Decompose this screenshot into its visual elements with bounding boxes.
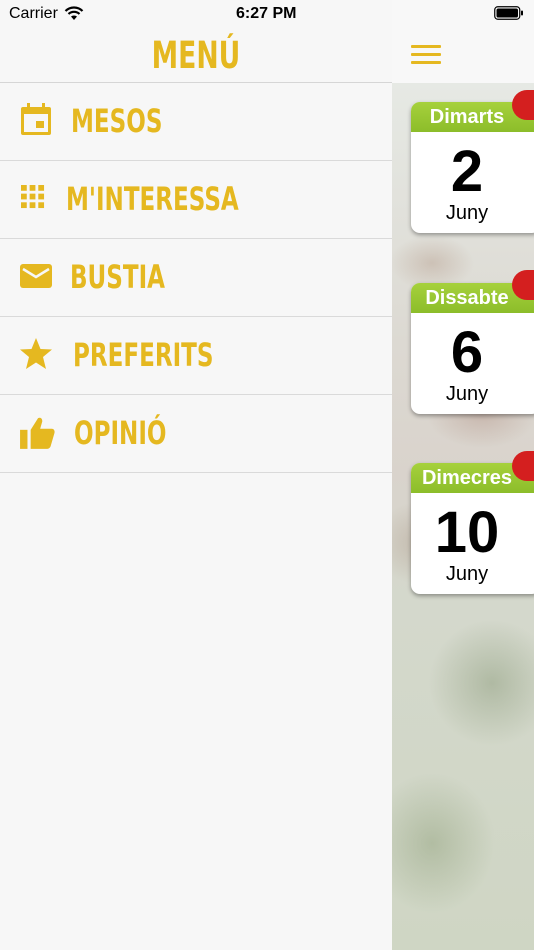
- menu-item-label: OPINIÓ: [74, 414, 167, 452]
- day-card[interactable]: Dimecres 10 Juny: [411, 463, 534, 594]
- menu-item-preferits[interactable]: PREFERITS: [0, 317, 392, 395]
- battery-icon: [494, 6, 523, 20]
- clock: 6:27 PM: [236, 5, 297, 22]
- menu-title: MENÚ: [151, 34, 241, 77]
- main-panel: Dimarts 2 Juny Dissabte 6 Juny Dimecres …: [392, 0, 534, 950]
- day-card-number: 6: [450, 320, 484, 385]
- star-icon: [20, 338, 52, 369]
- status-bar: Carrier 6:27 PM: [0, 0, 534, 30]
- menu-item-bustia[interactable]: BUSTIA: [0, 239, 392, 317]
- side-menu: MENÚ MESOS M'INTERESSA BUSTIA PREFERITS …: [0, 0, 392, 950]
- carrier-label: Carrier: [9, 5, 58, 22]
- wifi-icon: [64, 6, 84, 20]
- notification-badge: [512, 90, 534, 120]
- menu-item-opinio[interactable]: OPINIÓ: [0, 395, 392, 473]
- mail-icon: [20, 264, 52, 288]
- hamburger-menu-icon[interactable]: [411, 45, 441, 65]
- menu-list: MESOS M'INTERESSA BUSTIA PREFERITS OPINI…: [0, 83, 392, 473]
- menu-item-label: BUSTIA: [70, 258, 165, 296]
- day-card-month: Juny: [445, 383, 489, 405]
- day-card-number: 10: [434, 500, 500, 565]
- menu-item-label: PREFERITS: [73, 336, 214, 374]
- day-card-number: 2: [450, 139, 484, 204]
- day-card[interactable]: Dissabte 6 Juny: [411, 283, 534, 414]
- day-card-month: Juny: [445, 202, 489, 224]
- day-card-month: Juny: [445, 563, 489, 585]
- day-card[interactable]: Dimarts 2 Juny: [411, 102, 534, 233]
- notification-badge: [512, 451, 534, 481]
- grid-icon: [21, 185, 45, 209]
- menu-item-mesos[interactable]: MESOS: [0, 83, 392, 161]
- menu-item-label: MESOS: [71, 102, 163, 140]
- calendar-icon: [21, 103, 51, 135]
- menu-item-label: M'INTERESSA: [66, 180, 239, 218]
- notification-badge: [512, 270, 534, 300]
- menu-item-minteressa[interactable]: M'INTERESSA: [0, 161, 392, 239]
- thumbs-up-icon: [20, 417, 55, 449]
